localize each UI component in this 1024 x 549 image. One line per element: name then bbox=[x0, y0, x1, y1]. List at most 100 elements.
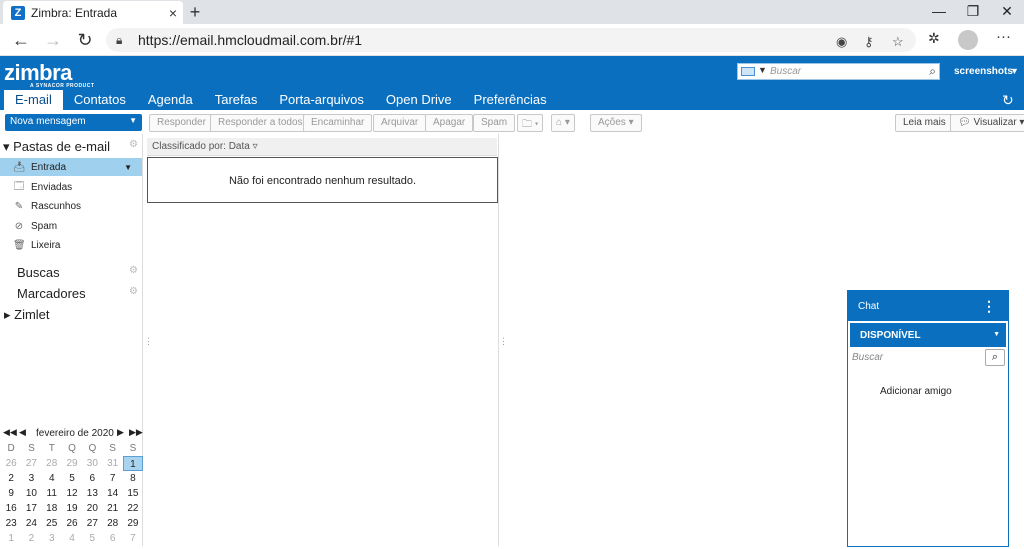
tag-button[interactable]: ⌂ ▾ bbox=[551, 114, 575, 132]
gear-icon[interactable]: ⚙ bbox=[129, 286, 138, 297]
next-year-icon[interactable]: ▶▶ bbox=[129, 427, 143, 438]
calendar-day[interactable]: 18 bbox=[42, 501, 62, 516]
favorites-icon[interactable]: ✲ bbox=[928, 30, 940, 47]
view-button[interactable]: 💬︎ Visualizar ▾ bbox=[950, 114, 1024, 132]
zimbra-logo[interactable]: zimbra A SYNACOR PRODUCT bbox=[4, 60, 94, 89]
chevron-down-icon[interactable]: ▼ bbox=[993, 331, 1000, 338]
folder-inbox[interactable]: 📥︎ Entrada ▼ bbox=[0, 158, 142, 176]
chevron-down-icon[interactable]: ▼ bbox=[758, 65, 767, 75]
reply-button[interactable]: Responder bbox=[149, 114, 214, 132]
prev-month-icon[interactable]: ◀ bbox=[19, 427, 26, 438]
forward-button[interactable]: Encaminhar bbox=[303, 114, 373, 132]
calendar-day[interactable]: 3 bbox=[21, 471, 41, 486]
read-more-button[interactable]: Leia mais bbox=[895, 114, 954, 132]
tab-preferences[interactable]: Preferências bbox=[463, 90, 558, 110]
tab-email[interactable]: E-mail bbox=[4, 90, 63, 110]
back-icon[interactable]: ← bbox=[8, 28, 34, 52]
calendar-day[interactable]: 28 bbox=[42, 456, 62, 471]
close-window-icon[interactable]: ✕ bbox=[990, 0, 1024, 24]
chat-search[interactable]: Buscar ⌕ bbox=[850, 349, 1006, 367]
actions-button[interactable]: Ações ▾ bbox=[590, 114, 642, 132]
folder-spam[interactable]: ⊘ Spam bbox=[0, 217, 142, 235]
more-icon[interactable]: ··· bbox=[996, 28, 1011, 45]
close-tab-icon[interactable]: × bbox=[169, 5, 177, 21]
calendar-day[interactable]: 9 bbox=[1, 486, 21, 501]
archive-button[interactable]: Arquivar bbox=[373, 114, 427, 132]
tab-briefcase[interactable]: Porta-arquivos bbox=[268, 90, 375, 110]
search-input[interactable]: Buscar bbox=[770, 66, 801, 77]
calendar-day[interactable]: 26 bbox=[62, 516, 82, 531]
calendar-day[interactable]: 30 bbox=[82, 456, 102, 471]
spam-button[interactable]: Spam bbox=[473, 114, 516, 132]
calendar-day[interactable]: 10 bbox=[21, 486, 41, 501]
move-button[interactable]: 🗀︎ ▾ bbox=[517, 114, 544, 132]
calendar-day[interactable]: 6 bbox=[82, 471, 102, 486]
calendar-day[interactable]: 1 bbox=[122, 456, 144, 471]
chat-status-dropdown[interactable]: DISPONÍVEL ▼ bbox=[850, 323, 1006, 347]
browser-tab[interactable]: Z Zimbra: Entrada × bbox=[3, 1, 183, 24]
calendar-day[interactable]: 4 bbox=[42, 471, 62, 486]
calendar-day[interactable]: 24 bbox=[21, 516, 41, 531]
prev-year-icon[interactable]: ◀◀ bbox=[3, 427, 17, 438]
chat-header[interactable]: Chat ⋮ bbox=[848, 291, 1008, 321]
tab-tasks[interactable]: Tarefas bbox=[204, 90, 269, 110]
forward-icon[interactable]: → bbox=[40, 28, 66, 52]
calendar-day[interactable]: 17 bbox=[21, 501, 41, 516]
tracking-icon[interactable]: ◉ bbox=[836, 34, 847, 50]
reply-all-button[interactable]: Responder a todos bbox=[210, 114, 311, 132]
calendar-day[interactable]: 4 bbox=[62, 531, 82, 546]
mail-search-type-icon[interactable] bbox=[741, 67, 755, 76]
calendar-day[interactable]: 1 bbox=[1, 531, 21, 546]
calendar-day[interactable]: 3 bbox=[42, 531, 62, 546]
folder-drafts[interactable]: ✎ Rascunhos bbox=[0, 197, 142, 215]
sort-header[interactable]: Classificado por: Data ▿ bbox=[147, 138, 497, 156]
calendar-day[interactable]: 22 bbox=[123, 501, 143, 516]
chevron-down-icon[interactable]: ▼ bbox=[129, 116, 137, 125]
new-tab-icon[interactable]: + bbox=[186, 1, 204, 23]
refresh-icon[interactable]: ↻ bbox=[1002, 92, 1014, 109]
user-menu-chevron-icon[interactable]: ▼ bbox=[1010, 66, 1019, 76]
zimlets-header[interactable]: ▸ Zimlet bbox=[4, 307, 50, 323]
calendar-day[interactable]: 8 bbox=[123, 471, 143, 486]
next-month-icon[interactable]: ▶ bbox=[117, 427, 124, 438]
mail-folders-header[interactable]: ▾ Pastas de e-mail bbox=[3, 139, 110, 155]
chevron-down-icon[interactable]: ▼ bbox=[124, 163, 132, 172]
calendar-day[interactable]: 26 bbox=[1, 456, 21, 471]
calendar-day[interactable]: 6 bbox=[102, 531, 122, 546]
gear-icon[interactable]: ⚙ bbox=[129, 139, 138, 150]
calendar-day[interactable]: 7 bbox=[123, 531, 143, 546]
calendar-day[interactable]: 12 bbox=[62, 486, 82, 501]
delete-button[interactable]: Apagar bbox=[425, 114, 474, 132]
folder-trash[interactable]: 🗑︎ Lixeira bbox=[0, 236, 142, 254]
calendar-day[interactable]: 23 bbox=[1, 516, 21, 531]
reload-icon[interactable]: ↻ bbox=[72, 28, 98, 52]
chat-search-input[interactable]: Buscar bbox=[852, 352, 883, 363]
sort-arrow-icon[interactable]: ▿ bbox=[253, 141, 258, 152]
search-icon[interactable]: ⌕ bbox=[985, 349, 1005, 366]
search-icon[interactable]: ⌕ bbox=[929, 64, 936, 79]
calendar-day[interactable]: 5 bbox=[82, 531, 102, 546]
search-box[interactable]: ▼ Buscar ⌕ bbox=[737, 63, 940, 80]
restore-icon[interactable]: ❐ bbox=[956, 0, 990, 24]
calendar-day[interactable]: 2 bbox=[21, 531, 41, 546]
searches-header[interactable]: Buscas bbox=[17, 265, 60, 280]
calendar-day[interactable]: 19 bbox=[62, 501, 82, 516]
username[interactable]: screenshots bbox=[954, 66, 1013, 77]
calendar-day[interactable]: 7 bbox=[102, 471, 122, 486]
calendar-day[interactable]: 28 bbox=[102, 516, 122, 531]
calendar-day[interactable]: 16 bbox=[1, 501, 21, 516]
calendar-day[interactable]: 29 bbox=[62, 456, 82, 471]
calendar-day[interactable]: 13 bbox=[82, 486, 102, 501]
tags-header[interactable]: Marcadores bbox=[17, 286, 86, 301]
calendar-day[interactable]: 29 bbox=[123, 516, 143, 531]
address-bar[interactable]: 🔒︎ https://email.hmcloudmail.com.br/#1 ◉… bbox=[106, 28, 916, 52]
profile-avatar[interactable] bbox=[958, 30, 978, 50]
gear-icon[interactable]: ⚙ bbox=[129, 265, 138, 276]
calendar-day[interactable]: 14 bbox=[102, 486, 122, 501]
calendar-day[interactable]: 11 bbox=[42, 486, 62, 501]
minimize-icon[interactable]: — bbox=[922, 0, 956, 24]
favorite-star-icon[interactable]: ☆ bbox=[892, 34, 904, 50]
calendar-day[interactable]: 31 bbox=[102, 456, 122, 471]
tab-calendar[interactable]: Agenda bbox=[137, 90, 204, 110]
folder-sent[interactable]: 🗔︎ Enviadas bbox=[0, 178, 142, 196]
